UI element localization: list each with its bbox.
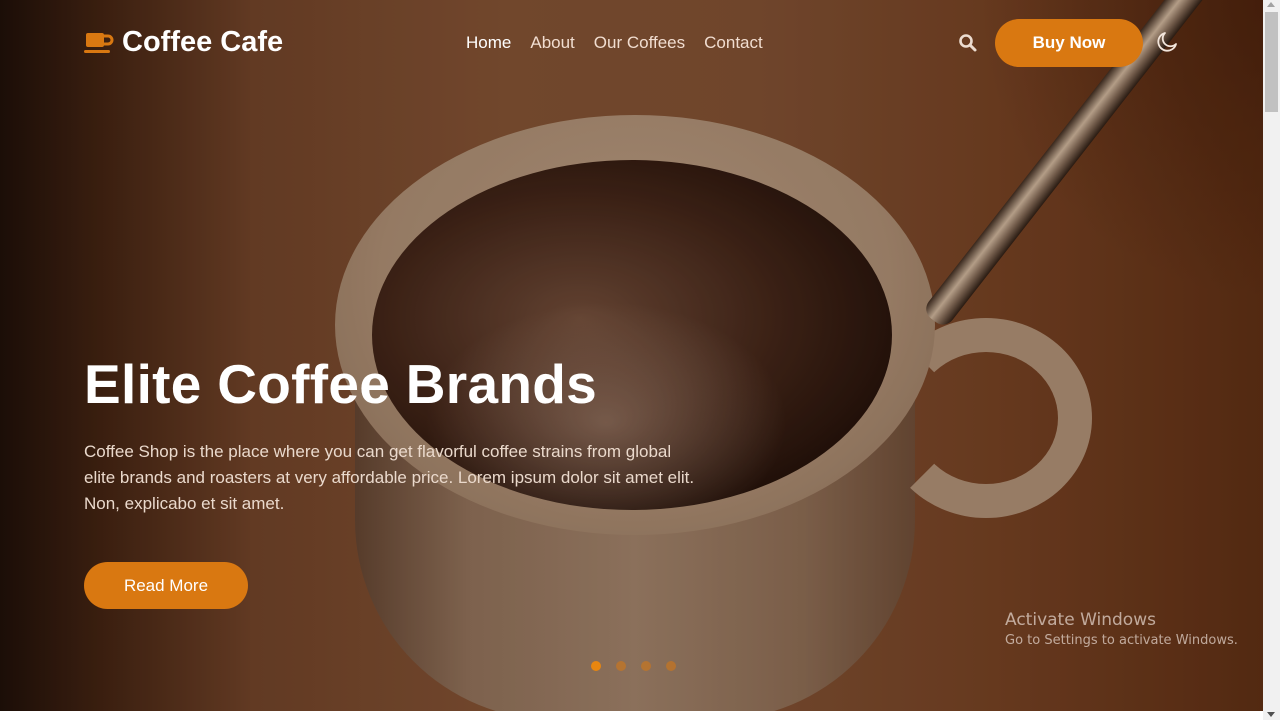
nav-link-contact[interactable]: Contact [704,33,763,53]
search-icon[interactable] [958,33,978,53]
carousel-dot-2[interactable] [616,661,626,671]
hero-title: Elite Coffee Brands [84,353,598,415]
moon-icon[interactable] [1156,31,1178,53]
buy-now-button[interactable]: Buy Now [995,19,1143,67]
watermark-title: Activate Windows [1005,610,1156,630]
carousel-dot-3[interactable] [641,661,651,671]
hero-section: Coffee Cafe Home About Our Coffees Conta… [0,0,1263,711]
navbar: Coffee Cafe Home About Our Coffees Conta… [0,0,1263,86]
watermark-subtitle: Go to Settings to activate Windows. [1005,633,1238,648]
logo[interactable]: Coffee Cafe [84,26,283,59]
scrollbar-thumb[interactable] [1265,12,1278,112]
carousel-indicators [591,661,676,671]
read-more-button[interactable]: Read More [84,562,248,609]
nav-link-our-coffees[interactable]: Our Coffees [594,33,685,53]
scroll-up-arrow-icon[interactable] [1267,2,1275,7]
page-bottom-edge [0,711,1263,720]
carousel-dot-4[interactable] [666,661,676,671]
nav-link-about[interactable]: About [530,33,574,53]
scroll-down-arrow-icon[interactable] [1267,712,1275,717]
nav-link-home[interactable]: Home [466,33,511,53]
vertical-scrollbar[interactable] [1263,0,1280,720]
activate-windows-watermark: Activate Windows Go to Settings to activ… [1005,610,1238,648]
brand-name: Coffee Cafe [122,26,284,58]
coffee-cup-icon [84,30,114,56]
hero-description: Coffee Shop is the place where you can g… [84,442,695,513]
carousel-dot-1[interactable] [591,661,601,671]
nav-links: Home About Our Coffees Contact [466,33,763,53]
